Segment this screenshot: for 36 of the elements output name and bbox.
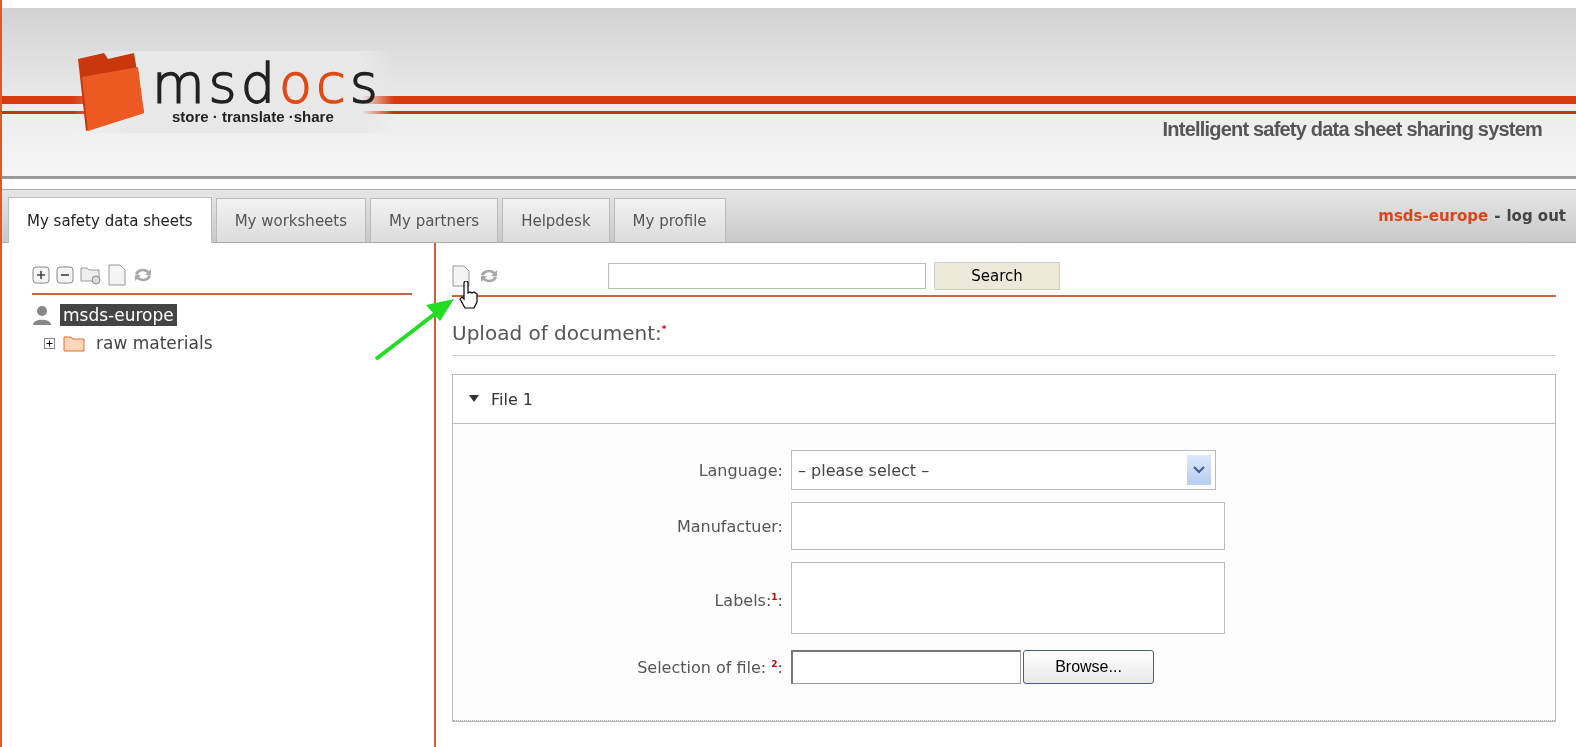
expand-all-icon[interactable]: [32, 266, 50, 284]
field-label: Language:: [697, 460, 784, 480]
browse-button[interactable]: Browse...: [1023, 650, 1154, 684]
caret-icon: [469, 395, 479, 403]
document-icon[interactable]: [108, 264, 126, 286]
nav-tab[interactable]: My worksheets: [215, 198, 367, 242]
user-icon: [32, 305, 52, 325]
add-document-icon[interactable]: [452, 265, 470, 287]
tree-item[interactable]: msds-europe: [60, 304, 177, 326]
nav-tab[interactable]: Helpdesk: [502, 198, 610, 242]
separator: -: [1494, 207, 1501, 225]
logout-link[interactable]: log out: [1506, 207, 1566, 225]
logo-tagline: store · translate ·share: [172, 107, 334, 125]
user-name: msds-europe: [1378, 207, 1489, 225]
nav-tab[interactable]: My partners: [370, 198, 499, 242]
nav-tab[interactable]: My profile: [613, 198, 726, 242]
language-select[interactable]: – please select –: [791, 450, 1216, 490]
nav-tab[interactable]: My safety data sheets: [8, 197, 212, 243]
collapse-all-icon[interactable]: [56, 266, 74, 284]
search-field[interactable]: [608, 263, 926, 289]
hand-cursor-icon: [458, 281, 480, 309]
new-folder-icon[interactable]: [80, 265, 102, 285]
dropdown-caret-icon[interactable]: [1187, 455, 1211, 485]
tree-item[interactable]: raw materials: [93, 332, 216, 354]
field-label: Manufactuer:: [675, 516, 784, 536]
text-area[interactable]: [791, 562, 1225, 634]
folder-icon: [63, 334, 85, 352]
logo-wordmark: msd ocs: [152, 59, 382, 108]
field-label: Selection of file: $^{2}$:: [636, 657, 784, 677]
expand-toggle-icon[interactable]: [44, 337, 55, 349]
input-field[interactable]: [791, 502, 1225, 550]
slogan: Intelligent safety data sheet sharing system: [1162, 118, 1542, 141]
file-path-field[interactable]: [791, 650, 1021, 684]
search-button[interactable]: Search: [934, 262, 1060, 290]
field-label: Labels:$^{1}$:: [713, 590, 784, 610]
section-title: Upload of document:$^{*}$: [452, 321, 1556, 356]
